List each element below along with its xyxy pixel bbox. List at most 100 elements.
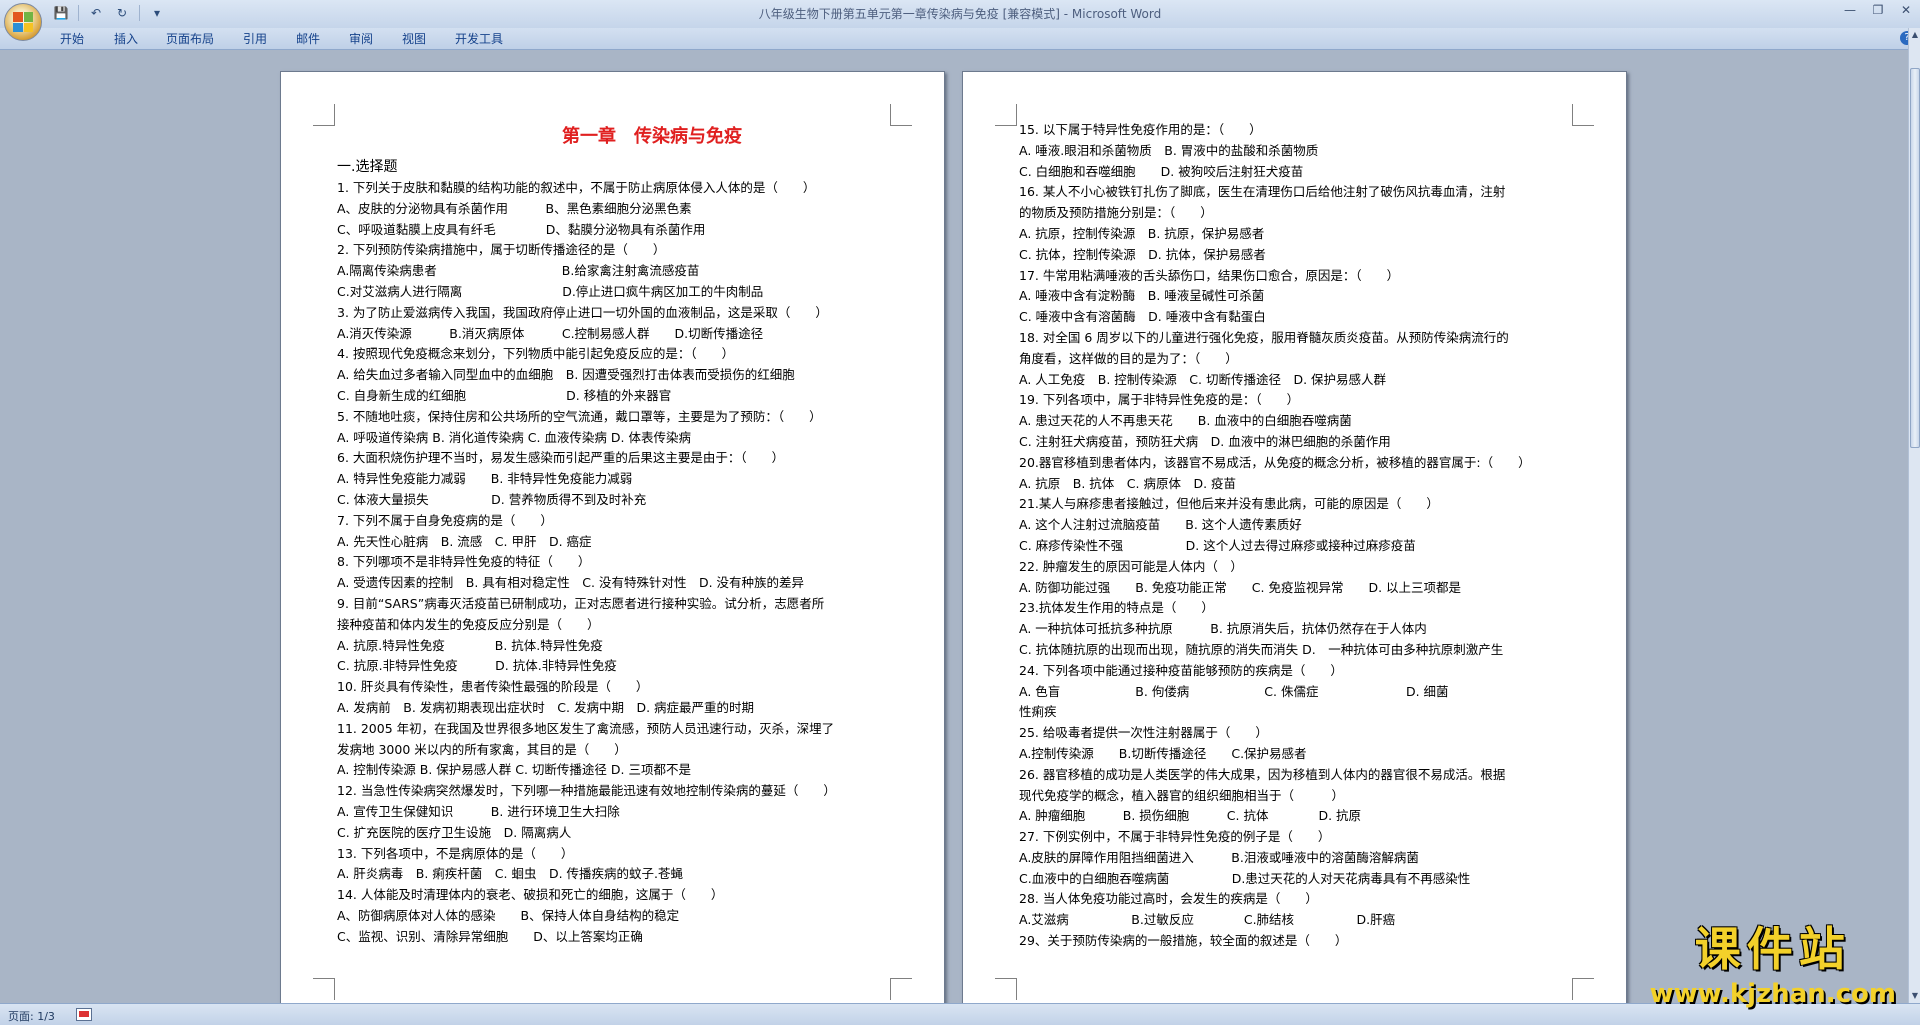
tab-page-layout[interactable]: 页面布局 bbox=[166, 30, 214, 47]
text-line: A. 先天性心脏病 B. 流感 C. 甲肝 D. 癌症 bbox=[337, 533, 592, 549]
tab-review[interactable]: 审阅 bbox=[349, 30, 373, 47]
window-controls: — ❐ ✕ bbox=[1836, 0, 1920, 20]
text-line: 接种疫苗和体内发生的免疫反应分别是（ ） bbox=[337, 616, 600, 632]
text-line: A. 肝炎病毒 B. 痢疾杆菌 C. 蛔虫 D. 传播疾病的蚊子.苍蝇 bbox=[337, 866, 684, 882]
document-page-1[interactable]: 第一章 传染病与免疫 一.选择题 1. 下列关于皮肤和黏膜的结构功能的叙述中，不… bbox=[280, 71, 945, 1003]
text-line: 2. 下列预防传染病措施中，属于切断传播途径的是（ ） bbox=[337, 242, 666, 258]
tab-home[interactable]: 开始 bbox=[60, 30, 84, 47]
text-line: A. 唾液中含有淀粉酶 B. 唾液呈碱性可杀菌 bbox=[1019, 288, 1265, 304]
text-line: A. 一种抗体可抵抗多种抗原 B. 抗原消失后，抗体仍然存在于人体内 bbox=[1019, 621, 1427, 637]
restore-icon[interactable]: ❐ bbox=[1864, 0, 1892, 20]
text-line: 8. 下列哪项不是非特异性免疫的特征（ ） bbox=[337, 554, 591, 570]
scrollbar-thumb[interactable] bbox=[1910, 68, 1920, 448]
text-line: C. 自身新生成的红细胞 D. 移植的外来器官 bbox=[337, 387, 672, 403]
text-line: A.隔离传染病患者 B.给家禽注射禽流感疫苗 bbox=[337, 263, 700, 279]
text-line: 25. 给吸毒者提供一次性注射器属于（ ） bbox=[1019, 725, 1268, 741]
word-window: 💾 ↶ ↻ ▾ 八年级生物下册第五单元第一章传染病与免疫 [兼容模式] - Mi… bbox=[0, 0, 1920, 1025]
text-line: 6. 大面积烧伤护理不当时，易发生感染而引起严重的后果这主要是由于：（ ） bbox=[337, 450, 785, 466]
text-line: A. 特异性免疫能力减弱 B. 非特异性免疫能力减弱 bbox=[337, 471, 633, 487]
text-line: 17. 牛常用粘满唾液的舌头舔伤口，结果伤口愈合，原因是：（ ） bbox=[1019, 267, 1400, 283]
text-line: 11. 2005 年初，在我国及世界很多地区发生了禽流感，预防人员迅速行动，灭杀… bbox=[337, 720, 835, 736]
text-line: A. 控制传染源 B. 保护易感人群 C. 切断传播途径 D. 三项都不是 bbox=[337, 762, 691, 778]
text-line: C. 白细胞和吞噬细胞 D. 被狗咬后注射狂犬疫苗 bbox=[1019, 163, 1304, 179]
text-line: 26. 器官移植的成功是人类医学的伟大成果，因为移植到人体内的器官很不易成活。根… bbox=[1019, 766, 1506, 782]
scroll-up-icon[interactable]: ▲ bbox=[1909, 28, 1920, 42]
document-workspace: 第一章 传染病与免疫 一.选择题 1. 下列关于皮肤和黏膜的结构功能的叙述中，不… bbox=[0, 51, 1908, 1003]
text-line: 20.器官移植到患者体内，该器官不易成活，从免疫的概念分析，被移植的器官属于:（… bbox=[1019, 454, 1531, 470]
page-1-content: 第一章 传染病与免疫 一.选择题 1. 下列关于皮肤和黏膜的结构功能的叙述中，不… bbox=[337, 117, 907, 947]
text-line: A. 患过天花的人不再患天花 B. 血液中的白细胞吞噬病菌 bbox=[1019, 413, 1352, 429]
text-line: A. 防御功能过强 B. 免疫功能正常 C. 免疫监视异常 D. 以上三项都是 bbox=[1019, 579, 1462, 595]
tab-developer[interactable]: 开发工具 bbox=[455, 30, 503, 47]
text-line: 7. 下列不属于自身免疫病的是（ ） bbox=[337, 512, 553, 528]
crop-mark bbox=[1572, 978, 1594, 1000]
text-line: 1. 下列关于皮肤和黏膜的结构功能的叙述中，不属于防止病原体侵入人体的是（ ） bbox=[337, 180, 816, 195]
document-page-2[interactable]: 15. 以下属于特异性免疫作用的是：（ ） A. 唾液.眼泪和杀菌物质 B. 胃液… bbox=[962, 71, 1627, 1003]
text-line: 21.某人与麻疹患者接触过，但他后来并没有患此病，可能的原因是（ ） bbox=[1019, 496, 1439, 512]
page-indicator[interactable]: 页面: 1/3 bbox=[8, 1008, 55, 1024]
text-line: 16. 某人不小心被铁钉扎伤了脚底，医生在清理伤口后给他注射了破伤风抗毒血清，注… bbox=[1019, 184, 1506, 200]
watermark-url: www.kjzhan.com bbox=[1649, 979, 1896, 1009]
title-bar: 💾 ↶ ↻ ▾ 八年级生物下册第五单元第一章传染病与免疫 [兼容模式] - Mi… bbox=[0, 0, 1920, 41]
tab-references[interactable]: 引用 bbox=[243, 30, 267, 47]
text-line: 10. 肝炎具有传染性，患者传染性最强的阶段是（ ） bbox=[337, 679, 649, 695]
text-line: C、呼吸道黏膜上皮具有纤毛 D、黏膜分泌物具有杀菌作用 bbox=[337, 221, 706, 237]
text-line: A. 抗原 B. 抗体 C. 病原体 D. 疫苗 bbox=[1019, 475, 1237, 491]
text-line: A. 抗原.特异性免疫 B. 抗体.特异性免疫 bbox=[337, 637, 603, 653]
text-line: 28. 当人体免疫功能过高时，会发生的疾病是（ ） bbox=[1019, 891, 1318, 907]
minimize-icon[interactable]: — bbox=[1836, 0, 1864, 20]
text-line: C、监视、识别、清除异常细胞 D、以上答案均正确 bbox=[337, 928, 643, 944]
text-line: A. 唾液.眼泪和杀菌物质 B. 胃液中的盐酸和杀菌物质 bbox=[1019, 142, 1319, 158]
text-line: 18. 对全国 6 周岁以下的儿童进行强化免疫，服用脊髓灰质炎疫苗。从预防传染病… bbox=[1019, 329, 1509, 345]
scroll-down-icon[interactable]: ▼ bbox=[1909, 989, 1920, 1003]
crop-mark bbox=[890, 978, 912, 1000]
text-line: A.艾滋病 B.过敏反应 C.肺结核 D.肝癌 bbox=[1019, 912, 1396, 928]
crop-mark bbox=[313, 978, 335, 1000]
text-line: A. 受遗传因素的控制 B. 具有相对稳定性 C. 没有特殊针对性 D. 没有种… bbox=[337, 575, 805, 591]
text-line: 3. 为了防止爱滋病传入我国，我国政府停止进口一切外国的血液制品，这是采取（ ） bbox=[337, 304, 828, 320]
text-line: C. 扩充医院的医疗卫生设施 D. 隔离病人 bbox=[337, 824, 572, 840]
text-line: A、皮肤的分泌物具有杀菌作用 B、黑色素细胞分泌黑色素 bbox=[337, 200, 692, 216]
text-line: 19. 下列各项中，属于非特异性免疫的是：（ ） bbox=[1019, 392, 1300, 408]
text-line: 29、关于预防传染病的一般措施，较全面的叙述是（ ） bbox=[1019, 933, 1348, 949]
text-line: C. 唾液中含有溶菌酶 D. 唾液中含有黏蛋白 bbox=[1019, 309, 1266, 325]
text-line: 4. 按照现代免疫概念来划分，下列物质中能引起免疫反应的是：（ ） bbox=[337, 346, 735, 362]
text-line: A.消灭传染源 B.消灭病原体 C.控制易感人群 D.切断传播途径 bbox=[337, 325, 764, 341]
tab-view[interactable]: 视图 bbox=[402, 30, 426, 47]
page-2-content: 15. 以下属于特异性免疫作用的是：（ ） A. 唾液.眼泪和杀菌物质 B. 胃液… bbox=[1019, 120, 1589, 952]
watermark-text: 课件站 bbox=[1694, 922, 1851, 976]
ribbon-tabs: 开始 插入 页面布局 引用 邮件 审阅 视图 开发工具 ? bbox=[0, 28, 1920, 50]
proofing-icon[interactable] bbox=[76, 1008, 92, 1021]
text-line: A. 呼吸道传染病 B. 消化道传染病 C. 血液传染病 D. 体表传染病 bbox=[337, 429, 691, 445]
text-line: C. 抗体，控制传染源 D. 抗体，保护易感者 bbox=[1019, 246, 1266, 262]
vertical-scrollbar[interactable]: ▲ ▼ bbox=[1908, 28, 1920, 1003]
window-title: 八年级生物下册第五单元第一章传染病与免疫 [兼容模式] - Microsoft … bbox=[758, 7, 1162, 21]
close-icon[interactable]: ✕ bbox=[1892, 0, 1920, 20]
text-line: C.血液中的白细胞吞噬病菌 D.患过天花的人对天花病毒具有不再感染性 bbox=[1019, 870, 1471, 886]
text-line: A. 人工免疫 B. 控制传染源 C. 切断传播途径 D. 保护易感人群 bbox=[1019, 371, 1387, 387]
text-line: A. 这个人注射过流脑疫苗 B. 这个人遗传素质好 bbox=[1019, 517, 1302, 533]
text-line: C.对艾滋病人进行隔离 D.停止进口疯牛病区加工的牛肉制品 bbox=[337, 283, 764, 299]
text-line: A、防御病原体对人体的感染 B、保持人体自身结构的稳定 bbox=[337, 907, 680, 923]
text-line: C. 麻疹传染性不强 D. 这个人过去得过麻疹或接种过麻疹疫苗 bbox=[1019, 537, 1416, 553]
text-line: A. 宣传卫生保健知识 B. 进行环境卫生大扫除 bbox=[337, 803, 620, 819]
text-line: 15. 以下属于特异性免疫作用的是：（ ） bbox=[1019, 122, 1262, 137]
text-line: A. 色盲 B. 佝偻病 C. 侏儒症 D. 细菌 bbox=[1019, 683, 1449, 699]
text-line: 现代免疫学的概念，植入器官的组织细胞相当于（ ） bbox=[1019, 787, 1345, 803]
tab-insert[interactable]: 插入 bbox=[114, 30, 138, 47]
text-line: C. 抗原.非特异性免疫 D. 抗体.非特异性免疫 bbox=[337, 658, 617, 674]
crop-mark bbox=[313, 104, 335, 126]
text-line: 性痢疾 bbox=[1019, 704, 1057, 720]
office-button[interactable] bbox=[4, 3, 42, 41]
text-line: 角度看，这样做的目的是为了：（ ） bbox=[1019, 350, 1238, 366]
text-line: 9. 目前“SARS”病毒灭活疫苗已研制成功，正对志愿者进行接种实验。试分析，志… bbox=[337, 595, 825, 611]
section-heading: 一.选择题 bbox=[337, 159, 398, 175]
text-line: C. 抗体随抗原的出现而出现，随抗原的消失而消失 D. 一种抗体可由多种抗原刺激… bbox=[1019, 641, 1504, 657]
office-logo-icon bbox=[13, 12, 33, 32]
text-line: 14. 人体能及时清理体内的衰老、破损和死亡的细胞，这属于（ ） bbox=[337, 887, 724, 903]
tab-mailings[interactable]: 邮件 bbox=[296, 30, 320, 47]
text-line: C. 注射狂犬病疫苗，预防狂犬病 D. 血液中的淋巴细胞的杀菌作用 bbox=[1019, 433, 1391, 449]
document-title: 第一章 传染病与免疫 bbox=[562, 126, 742, 147]
text-line: 的物质及预防措施分别是：（ ） bbox=[1019, 205, 1213, 221]
text-line: A.控制传染源 B.切断传播途径 C.保护易感者 bbox=[1019, 745, 1307, 761]
